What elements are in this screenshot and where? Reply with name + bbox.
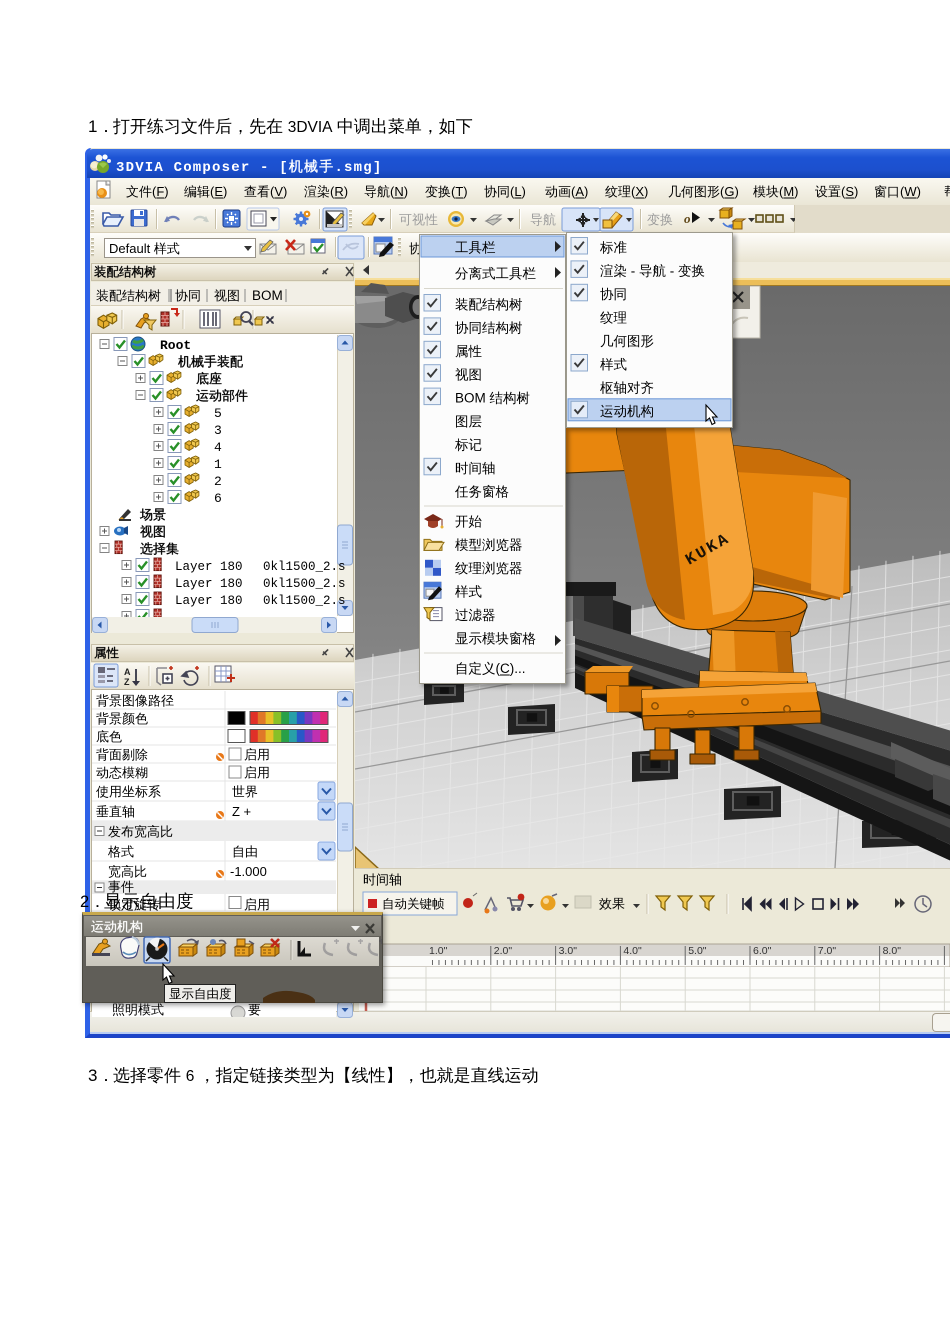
svg-text:o: o	[684, 211, 691, 226]
svg-text:3: 3	[88, 1066, 97, 1085]
svg-text:A: A	[124, 667, 131, 677]
svg-text:1: 1	[88, 117, 97, 136]
svg-text:Z: Z	[124, 677, 130, 687]
svg-text:3DVIA: 3DVIA	[288, 119, 333, 136]
svg-text:6: 6	[186, 1068, 195, 1085]
